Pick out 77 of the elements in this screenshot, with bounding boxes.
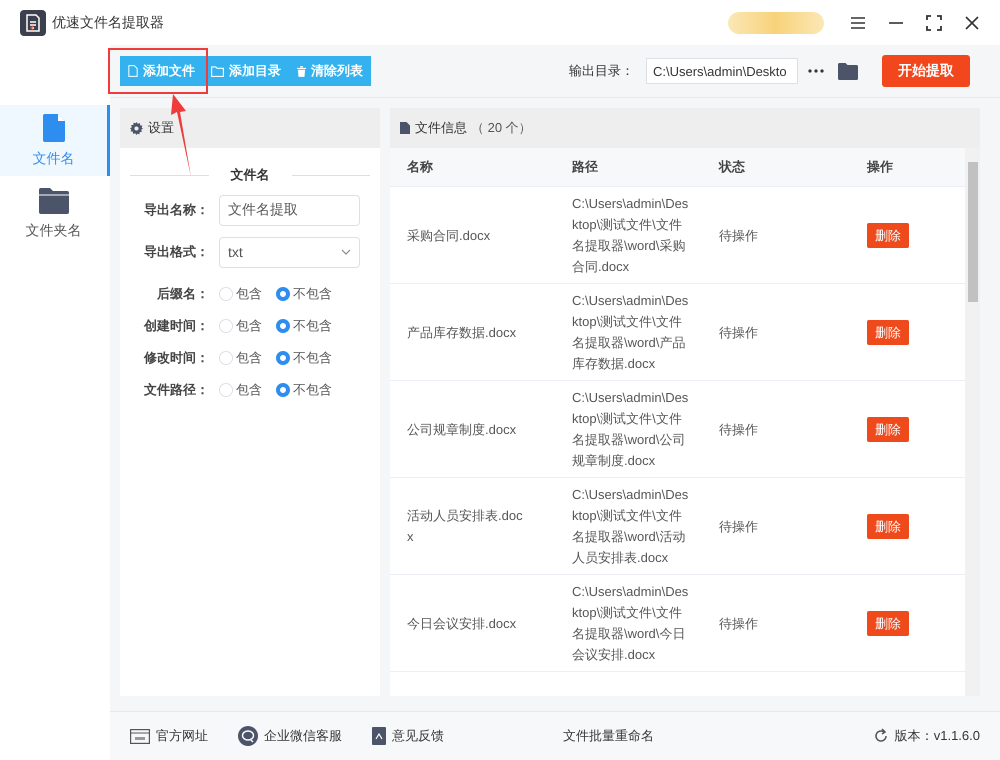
maximize-icon[interactable]	[926, 14, 942, 30]
radio-option[interactable]: 包含	[219, 381, 262, 399]
table-cell-text: 产品库存数据.docx	[407, 324, 518, 342]
output-label: 输出目录：	[569, 62, 634, 80]
radio-icon[interactable]	[276, 351, 290, 365]
web-icon	[130, 728, 150, 744]
table-cell-text: 活动人员安排表.docx	[407, 507, 524, 546]
delete-button[interactable]: 删除	[867, 320, 909, 344]
start-button[interactable]: 开始提取	[882, 55, 970, 87]
folder-icon	[38, 188, 68, 214]
close-icon[interactable]	[964, 14, 980, 30]
radio-icon[interactable]	[276, 287, 290, 301]
field-label: 修改时间：	[142, 349, 209, 367]
file-icon	[400, 122, 410, 134]
column-header: 名称	[390, 148, 555, 186]
scrollbar[interactable]	[965, 148, 980, 696]
chevron-icon	[341, 249, 351, 255]
table-cell: 待操作	[719, 324, 758, 340]
footer-text: 文件批量重命名	[562, 727, 655, 745]
table-cell-text: C:\Users\admin\Desktop\测试文件\文件名提取器\word\活动人员安排表.docx	[572, 486, 690, 567]
column-header: 路径	[555, 148, 702, 186]
table-cell-text: 今日会议安排.docx	[407, 614, 518, 632]
more-icon[interactable]	[808, 69, 824, 73]
table-cell-text: C:\Users\admin\Desktop\测试文件\文件名提取器\word\产品库存数据.docx	[572, 292, 690, 373]
feedback-icon	[372, 727, 386, 745]
app-logo-icon	[20, 10, 46, 36]
delete-button[interactable]: 删除	[867, 514, 909, 538]
field-label: 文件路径：	[143, 381, 209, 399]
radio-option[interactable]: 不包含	[276, 317, 332, 335]
name-input-field[interactable]: 文件名提取	[219, 194, 360, 226]
chat-icon	[238, 726, 258, 746]
table-cell-text: C:\Users\admin\Desktop\测试文件\文件名提取器\word\公司规章制度.docx	[572, 389, 690, 470]
radio-option[interactable]: 包含	[219, 317, 262, 335]
output-path-field[interactable]: C:\Users\admin\Deskto	[646, 58, 798, 84]
footer-link[interactable]: 企业微信客服	[264, 727, 342, 745]
refresh-icon[interactable]	[872, 728, 889, 744]
table-cell: 待操作	[719, 616, 758, 630]
footer-link[interactable]: 官方网址	[156, 727, 208, 745]
radio-option[interactable]: 包含	[219, 349, 262, 367]
version-label: 版本：v1.1.6.0	[894, 727, 980, 745]
radio-option[interactable]: 不包含	[276, 285, 332, 303]
sidebar-item[interactable]: 文件夹名	[0, 178, 110, 249]
table-cell-text: C:\Users\admin\Desktop\测试文件\文件名提取器\word\今日会议安排.docx	[572, 583, 690, 664]
table-cell: 待操作	[719, 422, 758, 436]
column-header: 操作	[850, 148, 965, 186]
table-cell-text: 公司规章制度.docx	[407, 420, 518, 438]
window-title: 优速文件名提取器	[52, 14, 164, 32]
panel-title: 设置	[148, 119, 174, 137]
settings-icon	[130, 122, 143, 134]
field-label: 后缀名：	[156, 285, 209, 303]
menu-icon[interactable]	[850, 14, 866, 30]
scrollbar-thumb[interactable]	[968, 162, 978, 302]
column-header: 状态	[702, 148, 850, 186]
field-label: 创建时间：	[142, 317, 209, 335]
format-dropdown[interactable]: txt	[219, 236, 360, 268]
file-icon	[128, 65, 138, 77]
folder-icon	[211, 66, 224, 76]
radio-option[interactable]: 不包含	[276, 349, 332, 367]
table-cell: 待操作	[719, 228, 758, 242]
footer-link[interactable]: 意见反馈	[392, 727, 444, 745]
panel-title: 文件信息 （ 20 个）	[415, 119, 532, 137]
field-label: 导出格式：	[143, 243, 209, 261]
delete-button[interactable]: 删除	[867, 222, 909, 248]
table-cell-text: C:\Users\admin\Desktop\测试文件\文件名提取器\word\采购合同.docx	[572, 195, 690, 276]
folder-icon[interactable]	[838, 62, 858, 80]
radio-option[interactable]: 不包含	[276, 381, 332, 399]
delete-button[interactable]: 删除	[867, 610, 909, 636]
field-label: 导出名称：	[143, 201, 209, 219]
table-cell: 待操作	[719, 518, 758, 534]
radio-icon[interactable]	[276, 319, 290, 333]
radio-option[interactable]: 包含	[219, 285, 262, 303]
trash-icon	[297, 66, 306, 76]
table-cell-text: 采购合同.docx	[407, 226, 492, 244]
radio-icon[interactable]	[276, 383, 290, 397]
file-icon	[42, 114, 64, 142]
delete-button[interactable]: 删除	[867, 416, 909, 442]
section-title: 文件名	[230, 166, 270, 184]
